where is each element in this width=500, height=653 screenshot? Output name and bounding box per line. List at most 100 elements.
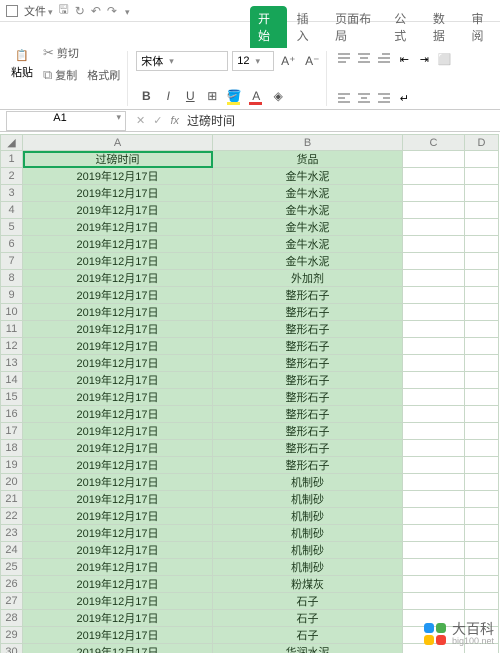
align-bottom-icon[interactable] xyxy=(375,51,393,67)
cell-A16[interactable]: 2019年12月17日 xyxy=(23,406,213,423)
cell-A9[interactable]: 2019年12月17日 xyxy=(23,287,213,304)
confirm-formula-icon[interactable]: ✓ xyxy=(153,114,162,127)
indent-increase-icon[interactable]: ⇥ xyxy=(415,51,433,67)
cell[interactable] xyxy=(465,202,499,219)
align-left-icon[interactable] xyxy=(335,90,353,106)
copy-button[interactable]: ⧉复制 xyxy=(40,65,80,85)
font-color-button[interactable]: A xyxy=(246,86,266,106)
row-header[interactable]: 24 xyxy=(1,542,23,559)
cell-B3[interactable]: 金牛水泥 xyxy=(213,185,403,202)
cell[interactable] xyxy=(465,253,499,270)
cell[interactable] xyxy=(403,559,465,576)
merge-icon[interactable]: ⬜ xyxy=(435,51,453,67)
cell-B12[interactable]: 整形石子 xyxy=(213,338,403,355)
row-header[interactable]: 19 xyxy=(1,457,23,474)
undo-icon[interactable]: ↶ xyxy=(91,4,101,18)
cell[interactable] xyxy=(403,423,465,440)
cell[interactable] xyxy=(465,219,499,236)
column-header-D[interactable]: D xyxy=(465,135,499,151)
cell-B2[interactable]: 金牛水泥 xyxy=(213,168,403,185)
cell-A1[interactable]: 过磅时间 xyxy=(23,151,213,168)
cell-B9[interactable]: 整形石子 xyxy=(213,287,403,304)
tab-insert[interactable]: 插入 xyxy=(289,6,326,48)
cell[interactable] xyxy=(465,491,499,508)
row-header[interactable]: 5 xyxy=(1,219,23,236)
row-header[interactable]: 18 xyxy=(1,440,23,457)
cell[interactable] xyxy=(465,406,499,423)
cell-A11[interactable]: 2019年12月17日 xyxy=(23,321,213,338)
row-header[interactable]: 4 xyxy=(1,202,23,219)
cell-A28[interactable]: 2019年12月17日 xyxy=(23,610,213,627)
cell-A23[interactable]: 2019年12月17日 xyxy=(23,525,213,542)
font-name-select[interactable]: 宋体 xyxy=(136,51,228,71)
cell-A8[interactable]: 2019年12月17日 xyxy=(23,270,213,287)
row-header[interactable]: 30 xyxy=(1,644,23,653)
paste-button[interactable]: 📋 粘贴 xyxy=(8,42,36,86)
cell[interactable] xyxy=(403,202,465,219)
cell[interactable] xyxy=(403,576,465,593)
cell[interactable] xyxy=(465,270,499,287)
cell-B25[interactable]: 机制砂 xyxy=(213,559,403,576)
underline-button[interactable]: U xyxy=(180,86,200,106)
row-header[interactable]: 22 xyxy=(1,508,23,525)
cell-B16[interactable]: 整形石子 xyxy=(213,406,403,423)
cell[interactable] xyxy=(403,389,465,406)
cell[interactable] xyxy=(403,304,465,321)
cell[interactable] xyxy=(403,253,465,270)
align-top-icon[interactable] xyxy=(335,51,353,67)
cell[interactable] xyxy=(403,338,465,355)
cell[interactable] xyxy=(465,304,499,321)
cell[interactable] xyxy=(403,406,465,423)
app-icon[interactable] xyxy=(6,5,18,17)
row-header[interactable]: 2 xyxy=(1,168,23,185)
row-header[interactable]: 23 xyxy=(1,525,23,542)
row-header[interactable]: 1 xyxy=(1,151,23,168)
cell-A24[interactable]: 2019年12月17日 xyxy=(23,542,213,559)
cell[interactable] xyxy=(465,593,499,610)
cell-B11[interactable]: 整形石子 xyxy=(213,321,403,338)
wrap-text-icon[interactable]: ↵ xyxy=(395,90,413,106)
cell[interactable] xyxy=(403,236,465,253)
row-header[interactable]: 16 xyxy=(1,406,23,423)
cell-A4[interactable]: 2019年12月17日 xyxy=(23,202,213,219)
row-header[interactable]: 17 xyxy=(1,423,23,440)
cell-B5[interactable]: 金牛水泥 xyxy=(213,219,403,236)
cell[interactable] xyxy=(465,440,499,457)
cell-B26[interactable]: 粉煤灰 xyxy=(213,576,403,593)
tab-page-layout[interactable]: 页面布局 xyxy=(327,6,384,48)
cell[interactable] xyxy=(465,525,499,542)
row-header[interactable]: 3 xyxy=(1,185,23,202)
cell-A27[interactable]: 2019年12月17日 xyxy=(23,593,213,610)
row-header[interactable]: 13 xyxy=(1,355,23,372)
cell-B30[interactable]: 华润水泥 xyxy=(213,644,403,653)
cell[interactable] xyxy=(403,542,465,559)
indent-decrease-icon[interactable]: ⇤ xyxy=(395,51,413,67)
cell-A5[interactable]: 2019年12月17日 xyxy=(23,219,213,236)
cell-A12[interactable]: 2019年12月17日 xyxy=(23,338,213,355)
cell[interactable] xyxy=(403,321,465,338)
save-icon[interactable]: 🖫 xyxy=(59,0,69,21)
worksheet-grid[interactable]: ◢ABCD1过磅时间货品22019年12月17日金牛水泥32019年12月17日… xyxy=(0,134,500,653)
tab-data[interactable]: 数据 xyxy=(425,6,462,48)
cell[interactable] xyxy=(403,593,465,610)
cell-B27[interactable]: 石子 xyxy=(213,593,403,610)
tab-start[interactable]: 开始 xyxy=(250,6,287,48)
increase-font-icon[interactable]: A⁺ xyxy=(278,51,298,71)
row-header[interactable]: 8 xyxy=(1,270,23,287)
cell[interactable] xyxy=(403,287,465,304)
cell-B29[interactable]: 石子 xyxy=(213,627,403,644)
cell-A26[interactable]: 2019年12月17日 xyxy=(23,576,213,593)
cell-A17[interactable]: 2019年12月17日 xyxy=(23,423,213,440)
cell-A14[interactable]: 2019年12月17日 xyxy=(23,372,213,389)
cell[interactable] xyxy=(465,338,499,355)
formula-value[interactable]: 过磅时间 xyxy=(183,112,235,129)
cell[interactable] xyxy=(403,525,465,542)
cell[interactable] xyxy=(403,491,465,508)
cell[interactable] xyxy=(403,270,465,287)
cell-B7[interactable]: 金牛水泥 xyxy=(213,253,403,270)
cell[interactable] xyxy=(403,151,465,168)
cell[interactable] xyxy=(465,372,499,389)
cancel-formula-icon[interactable]: ✕ xyxy=(136,114,145,127)
cell[interactable] xyxy=(465,423,499,440)
cell[interactable] xyxy=(465,185,499,202)
